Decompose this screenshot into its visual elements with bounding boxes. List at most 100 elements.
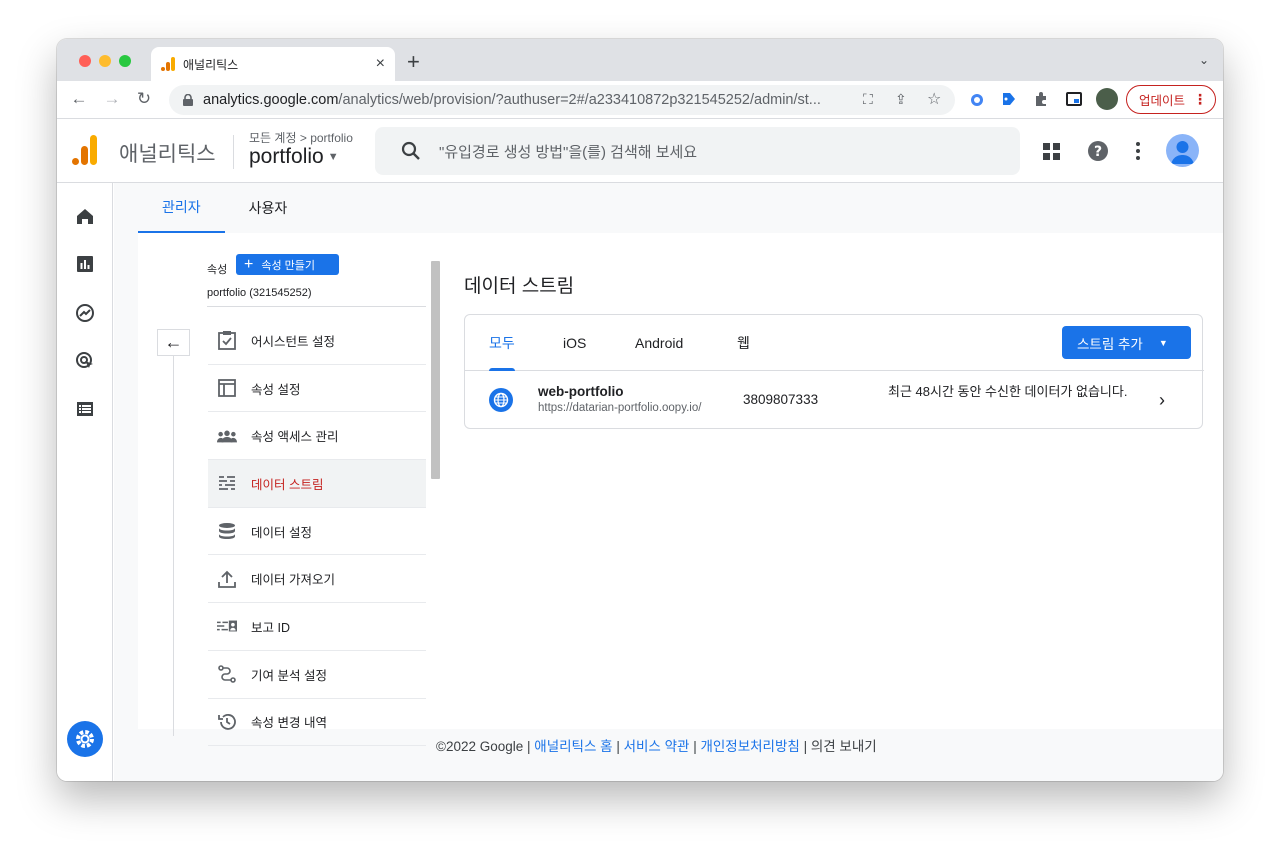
explore-icon[interactable] [75,303,95,323]
analytics-app-bar: 애널리틱스 모든 계정 > portfolio portfolio ▼ "유입경로… [57,119,1223,183]
analytics-logo-icon [72,135,97,165]
menu-item-data-import[interactable]: 데이터 가져오기 [208,555,426,604]
account-avatar[interactable] [1166,134,1199,167]
create-property-button[interactable]: + 속성 만들기 [236,254,339,275]
admin-panel: 속성 + 속성 만들기 portfolio (321545252) ← 어시스턴트… [138,233,1223,747]
reports-icon[interactable] [75,254,95,274]
footer-separator: | [523,739,535,754]
stream-url: https://datarian-portfolio.oopy.io/ [538,402,702,414]
more-vert-icon: ⋮ [1193,91,1207,107]
admin-settings-button[interactable] [67,721,103,757]
browser-tab[interactable]: 애널리틱스 × [151,47,395,81]
extension-tag-icon[interactable] [1000,90,1018,108]
divider [207,306,426,307]
help-icon[interactable]: ? [1087,140,1109,162]
menu-item-reporting-id[interactable]: 보고 ID [208,603,426,651]
menu-item-label: 기여 분석 설정 [251,668,327,683]
tab-ios[interactable]: iOS [563,315,586,371]
new-tab-icon[interactable]: + [407,51,420,73]
add-stream-label: 스트림 추가 [1077,336,1143,352]
chevron-right-icon[interactable]: › [1159,390,1165,411]
divider [233,135,234,169]
feedback-link[interactable]: 의견 보내기 [811,739,877,754]
menu-item-label: 속성 액세스 관리 [251,430,339,445]
stream-row[interactable]: web-portfolio https://datarian-portfolio… [465,372,1204,429]
menu-item-data-settings[interactable]: 데이터 설정 [208,508,426,556]
address-bar[interactable]: analytics.google.com/analytics/web/provi… [169,85,955,115]
translate-icon[interactable]: ⛶ [863,91,873,108]
back-icon[interactable]: ← [68,89,90,109]
people-icon [217,426,237,446]
menu-item-data-streams[interactable]: 데이터 스트림 [208,460,426,508]
property-select[interactable]: portfolio (321545252) [207,287,312,299]
maximize-window-button[interactable] [119,55,131,67]
advertising-icon[interactable] [75,351,95,371]
terms-link[interactable]: 서비스 약관 [624,739,690,754]
share-icon[interactable]: ⇪ [895,91,907,108]
reading-list-icon[interactable] [1065,90,1083,108]
tab-search-icon[interactable]: ⌄ [1199,53,1209,67]
privacy-link[interactable]: 개인정보처리방침 [700,739,799,754]
menu-item-property-settings[interactable]: 속성 설정 [208,365,426,413]
menu-item-attribution-settings[interactable]: 기여 분석 설정 [208,651,426,699]
home-icon[interactable] [75,206,95,226]
configure-list-icon[interactable] [75,399,95,419]
main-content: 관리자 사용자 속성 + 속성 만들기 portfolio (321545252)… [114,183,1223,781]
reload-icon[interactable]: ↻ [133,89,155,109]
minimize-window-button[interactable] [99,55,111,67]
close-tab-icon[interactable]: × [376,56,385,72]
property-selector[interactable]: portfolio ▼ [249,145,339,169]
menu-item-label: 속성 설정 [251,382,301,397]
tab-web[interactable]: 웹 [737,315,750,371]
menu-item-access-management[interactable]: 속성 액세스 관리 [208,412,426,461]
database-icon [217,521,237,541]
tab-android[interactable]: Android [635,315,683,371]
tab-title: 애널리틱스 [183,57,239,72]
stream-filter-tabs: 모두 iOS Android 웹 스트림 추가 ▼ [465,315,1204,371]
more-vert-icon[interactable] [1135,141,1141,161]
person-icon [1171,141,1194,164]
menu-item-label: 데이터 스트림 [251,477,324,492]
create-property-label: 속성 만들기 [261,259,315,272]
extension-bug-icon[interactable] [968,90,986,108]
plus-icon: + [244,255,254,273]
apps-grid-icon[interactable] [1043,143,1061,161]
streams-card: 모두 iOS Android 웹 스트림 추가 ▼ web-portfolio h… [464,314,1204,429]
streams-icon [217,473,237,493]
forward-icon[interactable]: → [101,89,123,109]
tab-users[interactable]: 사용자 [225,183,312,233]
profile-avatar[interactable] [1096,88,1118,110]
extensions-puzzle-icon[interactable] [1032,90,1050,108]
breadcrumb[interactable]: 모든 계정 > portfolio [249,129,353,146]
add-stream-button[interactable]: 스트림 추가 ▼ [1062,326,1191,359]
property-label: 속성 [207,264,228,276]
update-button[interactable]: 업데이트 ⋮ [1126,85,1216,114]
back-button[interactable]: ← [157,329,190,356]
menu-item-label: 데이터 설정 [251,525,312,540]
menu-item-setup-assistant[interactable]: 어시스턴트 설정 [208,317,426,365]
scrollbar[interactable] [431,261,440,479]
analytics-home-link[interactable]: 애널리틱스 홈 [534,739,612,754]
stream-name: web-portfolio [538,384,624,399]
url-path: /analytics/web/provision/?authuser=2#/a2… [338,92,821,108]
nav-rail [57,183,113,781]
lock-icon [183,94,193,106]
tab-admin[interactable]: 관리자 [138,183,225,233]
stream-status: 최근 48시간 동안 수신한 데이터가 없습니다. [888,384,1128,399]
menu-item-label: 보고 ID [251,620,290,635]
property-menu: 어시스턴트 설정 속성 설정 속성 액세스 관리 데이터 스트림 데이터 설정 … [208,317,426,747]
attribution-icon [217,664,237,684]
svg-text:?: ? [1094,144,1102,160]
bookmark-star-icon[interactable]: ☆ [927,89,941,109]
caret-down-icon: ▼ [327,151,339,163]
caret-down-icon: ▼ [1158,337,1168,348]
page-title: 데이터 스트림 [464,276,575,297]
tab-all[interactable]: 모두 [489,315,515,371]
property-column: 속성 + 속성 만들기 portfolio (321545252) ← 어시스턴트… [138,247,440,747]
update-label: 업데이트 [1139,94,1186,108]
close-window-button[interactable] [79,55,91,67]
upload-icon [217,569,237,589]
browser-window: 애널리틱스 × + ⌄ ← → ↻ analytics.google.com/a… [57,39,1223,781]
gear-icon [76,730,94,748]
search-bar[interactable]: "유입경로 생성 방법"을(를) 검색해 보세요 [375,127,1020,175]
